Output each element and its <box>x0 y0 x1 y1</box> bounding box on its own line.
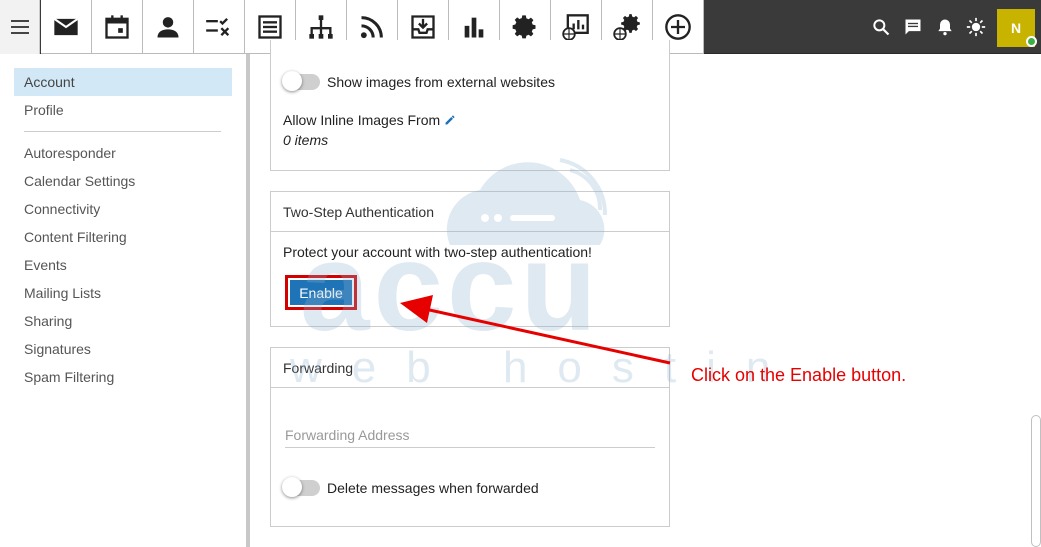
inbox-download-icon <box>411 14 435 39</box>
chat-button[interactable] <box>902 16 924 38</box>
sidebar-item-sharing[interactable]: Sharing <box>14 307 232 335</box>
sidebar-item-signatures[interactable]: Signatures <box>14 335 232 363</box>
inline-images-label: Allow Inline Images From <box>283 112 441 128</box>
external-images-toggle[interactable] <box>282 71 320 91</box>
search-button[interactable] <box>870 16 892 38</box>
search-icon <box>873 19 890 36</box>
sitemap-icon <box>309 14 333 39</box>
two-step-auth-title: Two-Step Authentication <box>271 192 669 232</box>
notes-icon <box>258 14 282 39</box>
tasks-icon <box>206 17 230 36</box>
contacts-icon <box>157 16 179 37</box>
pencil-edit-icon[interactable] <box>444 114 456 126</box>
inline-images-count: 0 items <box>283 132 329 148</box>
web-settings-icon <box>613 13 640 41</box>
annotation-arrow <box>400 295 671 365</box>
nav-mail-button[interactable] <box>41 0 92 54</box>
forwarding-address-input[interactable] <box>285 422 655 448</box>
external-images-label: Show images from external websites <box>327 74 555 90</box>
two-step-description: Protect your account with two-step authe… <box>283 244 592 260</box>
sidebar-item-events[interactable]: Events <box>14 251 232 279</box>
sidebar-item-profile[interactable]: Profile <box>14 96 232 124</box>
sidebar-item-spam-filtering[interactable]: Spam Filtering <box>14 363 232 391</box>
calendar-icon <box>105 14 129 39</box>
sidebar-item-calendar-settings[interactable]: Calendar Settings <box>14 167 232 195</box>
nav-calendar-button[interactable] <box>92 0 143 54</box>
sidebar-item-account[interactable]: Account <box>14 68 232 96</box>
enable-two-step-button[interactable]: Enable <box>290 280 352 305</box>
sidebar-item-content-filtering[interactable]: Content Filtering <box>14 223 232 251</box>
bell-icon <box>938 19 952 36</box>
images-panel <box>270 40 670 171</box>
scrollbar-thumb[interactable] <box>1031 415 1041 547</box>
annotation-callout: Click on the Enable button. <box>691 365 907 385</box>
chat-icon <box>905 19 921 35</box>
web-stats-icon <box>562 13 589 41</box>
notifications-button[interactable] <box>934 16 956 38</box>
theme-toggle-button[interactable] <box>965 16 987 38</box>
online-status-indicator <box>1026 36 1037 47</box>
sidebar-item-connectivity[interactable]: Connectivity <box>14 195 232 223</box>
brightness-icon <box>966 17 986 37</box>
mail-icon <box>53 17 79 35</box>
delete-forwarded-toggle[interactable] <box>282 477 320 497</box>
bar-chart-icon <box>464 17 484 37</box>
menu-button[interactable] <box>0 0 40 54</box>
settings-gear-icon <box>512 14 536 38</box>
sidebar-divider[interactable] <box>246 54 250 547</box>
enable-button-highlight: Enable <box>285 275 357 310</box>
sidebar-item-autoresponder[interactable]: Autoresponder <box>14 139 232 167</box>
nav-tasks-button[interactable] <box>194 0 245 54</box>
nav-contacts-button[interactable] <box>143 0 194 54</box>
add-circle-icon <box>665 13 691 40</box>
hamburger-icon <box>10 20 29 34</box>
sidebar-item-mailing-lists[interactable]: Mailing Lists <box>14 279 232 307</box>
rss-icon <box>360 15 383 38</box>
sidebar-separator <box>24 131 221 132</box>
delete-forwarded-label: Delete messages when forwarded <box>327 480 539 496</box>
